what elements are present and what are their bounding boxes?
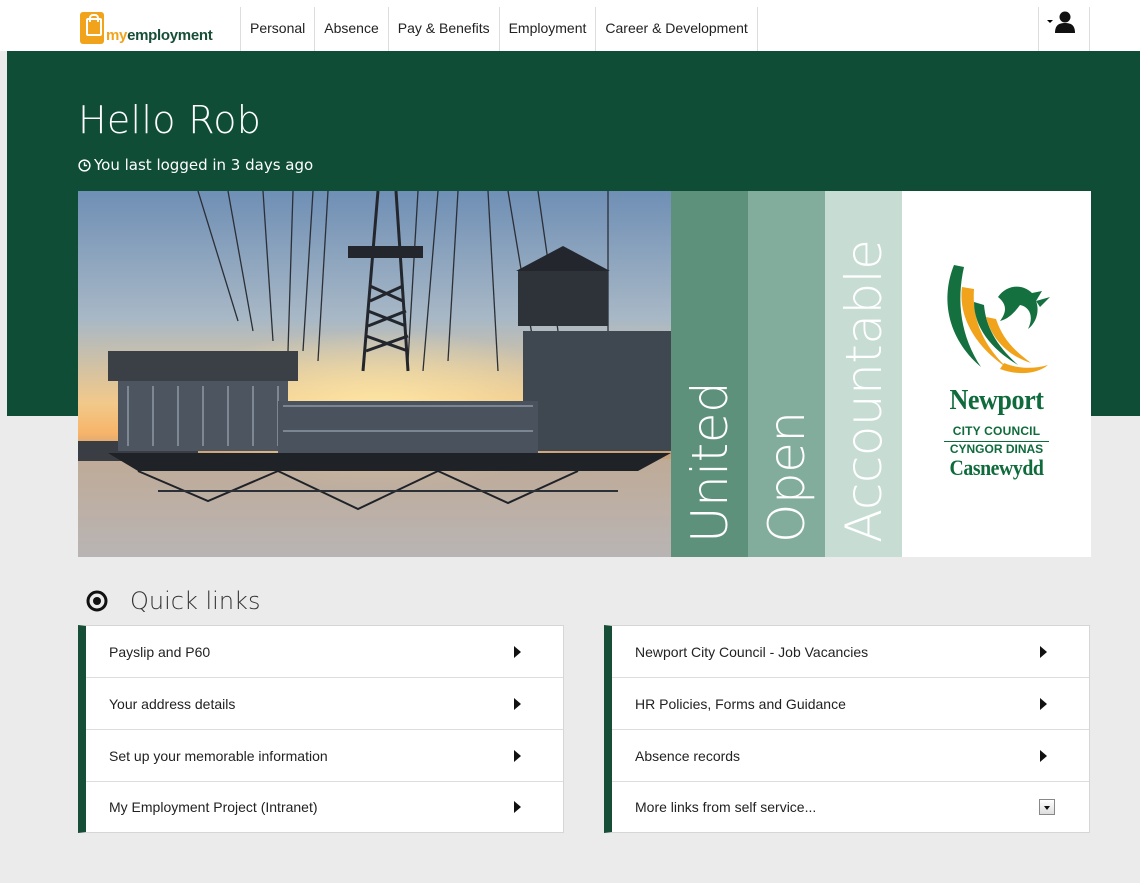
greeting-title: Hello Rob bbox=[78, 98, 262, 142]
quick-links-heading: Quick links bbox=[86, 587, 260, 615]
quick-links-left: Payslip and P60 Your address details Set… bbox=[78, 625, 564, 833]
quick-link-payslip[interactable]: Payslip and P60 bbox=[86, 626, 563, 678]
target-icon bbox=[86, 590, 108, 612]
nav-tabs: Personal Absence Pay & Benefits Employme… bbox=[240, 7, 758, 51]
quick-links-title: Quick links bbox=[130, 587, 261, 615]
lock-icon bbox=[80, 12, 104, 44]
arrow-right-icon bbox=[1040, 697, 1047, 710]
dropdown-toggle-icon[interactable] bbox=[1039, 799, 1055, 815]
user-icon bbox=[1055, 11, 1075, 33]
tab-career-development[interactable]: Career & Development bbox=[596, 7, 758, 51]
council-welsh-line1: CYNGOR DINAS bbox=[949, 442, 1044, 456]
newport-council-logo: Newport CITY COUNCIL CYNGOR DINAS Casnew… bbox=[902, 191, 1091, 557]
quick-link-memorable-info[interactable]: Set up your memorable information bbox=[86, 730, 563, 782]
quick-link-absence-records[interactable]: Absence records bbox=[612, 730, 1089, 782]
tab-absence[interactable]: Absence bbox=[315, 7, 389, 51]
council-banner: United Open Accountable Newport CITY COU… bbox=[78, 191, 1091, 557]
tab-personal[interactable]: Personal bbox=[241, 7, 316, 51]
clock-icon bbox=[78, 158, 91, 172]
top-nav: myemployment Personal Absence Pay & Bene… bbox=[0, 0, 1140, 51]
value-united: United bbox=[681, 381, 739, 543]
arrow-right-icon bbox=[514, 801, 521, 813]
council-name: Newport bbox=[949, 384, 1044, 416]
value-stripe-united: United bbox=[671, 191, 748, 557]
quick-link-label: My Employment Project (Intranet) bbox=[109, 799, 318, 815]
caret-down-icon bbox=[1047, 20, 1053, 23]
value-stripe-accountable: Accountable bbox=[825, 191, 902, 557]
quick-link-hr-policies[interactable]: HR Policies, Forms and Guidance bbox=[612, 678, 1089, 730]
user-menu-button[interactable] bbox=[1038, 7, 1090, 51]
logo-text-employment: employment bbox=[127, 27, 213, 44]
quick-link-more-links[interactable]: More links from self service... bbox=[612, 782, 1089, 832]
myemployment-logo[interactable]: myemployment bbox=[80, 10, 213, 46]
last-login-label: You last logged in 3 days ago bbox=[94, 156, 314, 174]
quick-link-label: Set up your memorable information bbox=[109, 747, 328, 764]
value-stripe-open: Open bbox=[748, 191, 825, 557]
quick-link-label: Absence records bbox=[635, 747, 741, 764]
quick-link-label: HR Policies, Forms and Guidance bbox=[635, 695, 846, 712]
arrow-right-icon bbox=[514, 749, 521, 762]
value-accountable: Accountable bbox=[835, 239, 893, 543]
quick-link-address[interactable]: Your address details bbox=[86, 678, 563, 730]
value-open: Open bbox=[758, 411, 816, 543]
arrow-right-icon bbox=[514, 697, 521, 710]
transporter-bridge-photo bbox=[78, 191, 671, 557]
council-welsh-line2: Casnewydd bbox=[949, 455, 1044, 480]
tab-pay-benefits[interactable]: Pay & Benefits bbox=[389, 7, 500, 51]
arrow-right-icon bbox=[1040, 645, 1047, 658]
quick-link-label: Payslip and P60 bbox=[109, 643, 211, 660]
quick-link-label: Newport City Council - Job Vacancies bbox=[635, 643, 869, 660]
quick-links-right: Newport City Council - Job Vacancies HR … bbox=[604, 625, 1090, 833]
tab-employment[interactable]: Employment bbox=[500, 7, 597, 51]
quick-link-intranet[interactable]: My Employment Project (Intranet) bbox=[86, 782, 563, 832]
arrow-right-icon bbox=[514, 645, 521, 658]
logo-text-my: my bbox=[106, 27, 128, 44]
quick-link-job-vacancies[interactable]: Newport City Council - Job Vacancies bbox=[612, 626, 1089, 678]
last-login-text: You last logged in 3 days ago bbox=[78, 156, 313, 174]
council-subtitle: CITY COUNCIL bbox=[952, 424, 1041, 438]
quick-link-label: More links from self service... bbox=[635, 799, 817, 815]
dragon-crest-icon bbox=[947, 265, 1050, 374]
arrow-right-icon bbox=[1040, 749, 1047, 762]
quick-link-label: Your address details bbox=[109, 695, 236, 712]
